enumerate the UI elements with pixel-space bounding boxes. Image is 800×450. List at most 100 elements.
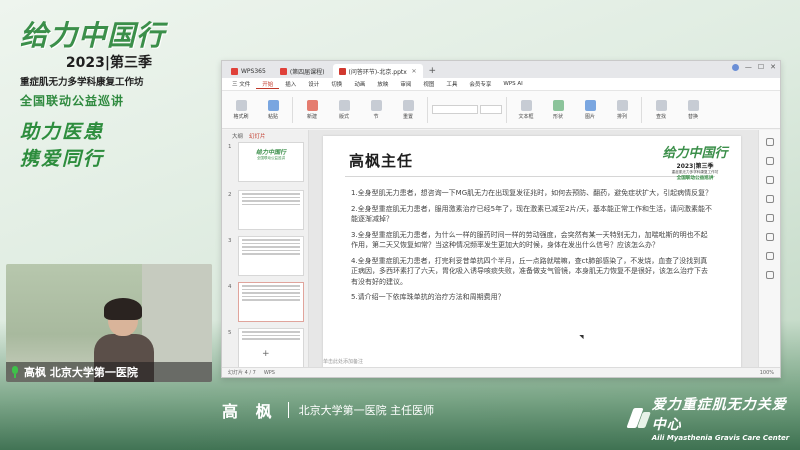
menu-member[interactable]: 会员专享 — [463, 80, 497, 88]
section-icon — [370, 99, 382, 111]
organization-name-en: Aili Myasthenia Gravis Care Center — [651, 434, 790, 442]
font-family-select[interactable] — [432, 105, 478, 114]
thumb-line — [242, 285, 300, 287]
slide-thumbnail-3[interactable] — [238, 236, 304, 276]
outline-tab[interactable]: 大纲 — [232, 132, 243, 140]
slide-thumbnail-5[interactable] — [238, 328, 304, 368]
menu-review[interactable]: 审阅 — [394, 80, 417, 88]
question-item: 5.请介绍一下依库珠单抗的治疗方法和周期费用？ — [351, 293, 505, 301]
menu-home[interactable]: 开始 — [256, 80, 280, 89]
slide-title: 高枫主任 — [349, 152, 414, 170]
shape-button[interactable]: 形状 — [543, 94, 573, 126]
format-painter-button[interactable]: 格式刷 — [226, 94, 256, 126]
slide-thumbnail-2[interactable] — [238, 190, 304, 230]
lower-third-divider — [287, 402, 289, 418]
maximize-icon[interactable]: ☐ — [758, 63, 764, 71]
picture-button[interactable]: 图片 — [575, 94, 605, 126]
thumb-line — [242, 249, 300, 251]
ribbon-label: 粘贴 — [267, 113, 278, 120]
ribbon-label: 图片 — [584, 113, 595, 120]
menu-view[interactable]: 视图 — [417, 80, 440, 88]
current-slide[interactable]: 高枫主任 给力中国行 2023|第三季 重症肌无力多学科康复工作坊 全国联动公益… — [323, 136, 741, 372]
slide-thumbnail-4[interactable] — [238, 282, 304, 322]
shape-panel-icon[interactable] — [765, 195, 774, 203]
find-button[interactable]: 查找 — [646, 94, 676, 126]
organization-name-cn: 爱力重症肌无力关爱中心 — [651, 397, 787, 433]
menu-insert[interactable]: 插入 — [279, 80, 302, 88]
close-window-icon[interactable]: ✕ — [770, 63, 776, 71]
menu-file[interactable]: 三 文件 — [226, 80, 256, 88]
shape-icon — [552, 99, 564, 111]
thumb-number: 5 — [228, 330, 232, 336]
selection-icon[interactable] — [765, 214, 774, 222]
thumb-line — [242, 295, 300, 297]
thumb-line — [242, 239, 300, 241]
status-page: 幻灯片 4 / 7 — [228, 370, 256, 376]
event-logo-title: 给力中国行 — [20, 19, 166, 52]
tab-wps365[interactable]: WPS365 — [225, 64, 272, 78]
ribbon-label: 查找 — [655, 113, 666, 120]
minimize-icon[interactable]: — — [745, 63, 752, 71]
tab-course[interactable]: (第四届课程) — [274, 64, 331, 78]
property-icon[interactable] — [765, 138, 774, 146]
help-icon[interactable] — [765, 252, 774, 260]
reset-icon — [402, 99, 414, 111]
reset-button[interactable]: 重置 — [393, 94, 423, 126]
notes-placeholder[interactable]: 单击此处添加备注 — [323, 358, 363, 365]
ribbon-divider — [506, 96, 507, 123]
thumb-line — [242, 193, 300, 195]
thumb-line — [242, 338, 300, 340]
workspace: 大纲 幻灯片 1 给力中国行 全国联动公益巡讲 2 3 4 5 + 高枫主任 给… — [222, 130, 780, 372]
new-tab-button[interactable]: + — [425, 64, 441, 78]
tab-label: WPS365 — [241, 67, 266, 75]
menu-slideshow[interactable]: 放映 — [371, 80, 394, 88]
wps-icon — [231, 67, 238, 75]
settings-icon[interactable] — [765, 233, 774, 241]
add-slide-button[interactable]: + — [262, 349, 270, 359]
ribbon-label: 文本框 — [518, 113, 534, 120]
picture-icon — [584, 99, 596, 111]
slogan-line-1: 助力医患 — [20, 121, 105, 143]
video-nameplate: 高枫 北京大学第一医院 — [6, 362, 212, 382]
thumb-line — [242, 253, 300, 255]
tab-label: (问答环节)-北京.pptx — [348, 68, 407, 76]
tab-qa-pptx[interactable]: (问答环节)-北京.pptx ✕ — [332, 64, 423, 78]
layout-icon — [338, 99, 350, 111]
ribbon-label: 节 — [373, 113, 379, 120]
arrange-button[interactable]: 排列 — [607, 94, 637, 126]
design-icon[interactable] — [765, 157, 774, 165]
slides-tab[interactable]: 幻灯片 — [249, 132, 266, 140]
menu-design[interactable]: 设计 — [302, 80, 325, 88]
animation-icon[interactable] — [765, 176, 774, 184]
question-item: 4.全身型重症肌无力患者，打完利妥昔单抗四个半月，丘一点路就喘嘛，查ct肺部感染… — [351, 256, 708, 286]
new-slide-button[interactable]: 新建 — [297, 94, 327, 126]
ribbon-label: 形状 — [552, 113, 563, 120]
textbox-button[interactable]: 文本框 — [511, 94, 541, 126]
presenter-video: 高枫 北京大学第一医院 — [6, 264, 212, 382]
ribbon-label: 版式 — [338, 113, 349, 120]
zoom-level[interactable]: 100% — [760, 370, 780, 376]
ribbon-label: 新建 — [306, 113, 317, 120]
avatar[interactable] — [731, 63, 739, 71]
pptx-icon — [338, 67, 346, 75]
font-size-select[interactable] — [480, 105, 502, 114]
thumb-logo: 给力中国行 — [255, 149, 286, 156]
slide-thumbnail-1[interactable]: 给力中国行 全国联动公益巡讲 — [238, 142, 304, 182]
slogan-line-2: 携爱同行 — [20, 148, 105, 170]
thumb-number: 4 — [228, 284, 232, 290]
tab-bar: WPS365 (第四届课程) (问答环节)-北京.pptx ✕ + — ☐ ✕ — [222, 61, 780, 78]
menu-tools[interactable]: 工具 — [440, 80, 463, 88]
thumbnail-header: 大纲 幻灯片 — [222, 132, 308, 140]
section-button[interactable]: 节 — [361, 94, 391, 126]
right-sidebar — [758, 130, 780, 367]
menu-transition[interactable]: 切换 — [325, 80, 348, 88]
menu-wps-ai[interactable]: WPS AI — [497, 81, 528, 87]
paste-button[interactable]: 粘贴 — [258, 94, 288, 126]
replace-button[interactable]: 替换 — [678, 94, 708, 126]
menu-animation[interactable]: 动画 — [348, 80, 371, 88]
layout-button[interactable]: 版式 — [329, 94, 359, 126]
slide-canvas: 高枫主任 给力中国行 2023|第三季 重症肌无力多学科康复工作坊 全国联动公益… — [309, 130, 758, 372]
thumb-logo-sub: 全国联动公益巡讲 — [257, 156, 285, 160]
more-icon[interactable] — [765, 271, 774, 279]
close-tab-icon[interactable]: ✕ — [411, 68, 416, 75]
